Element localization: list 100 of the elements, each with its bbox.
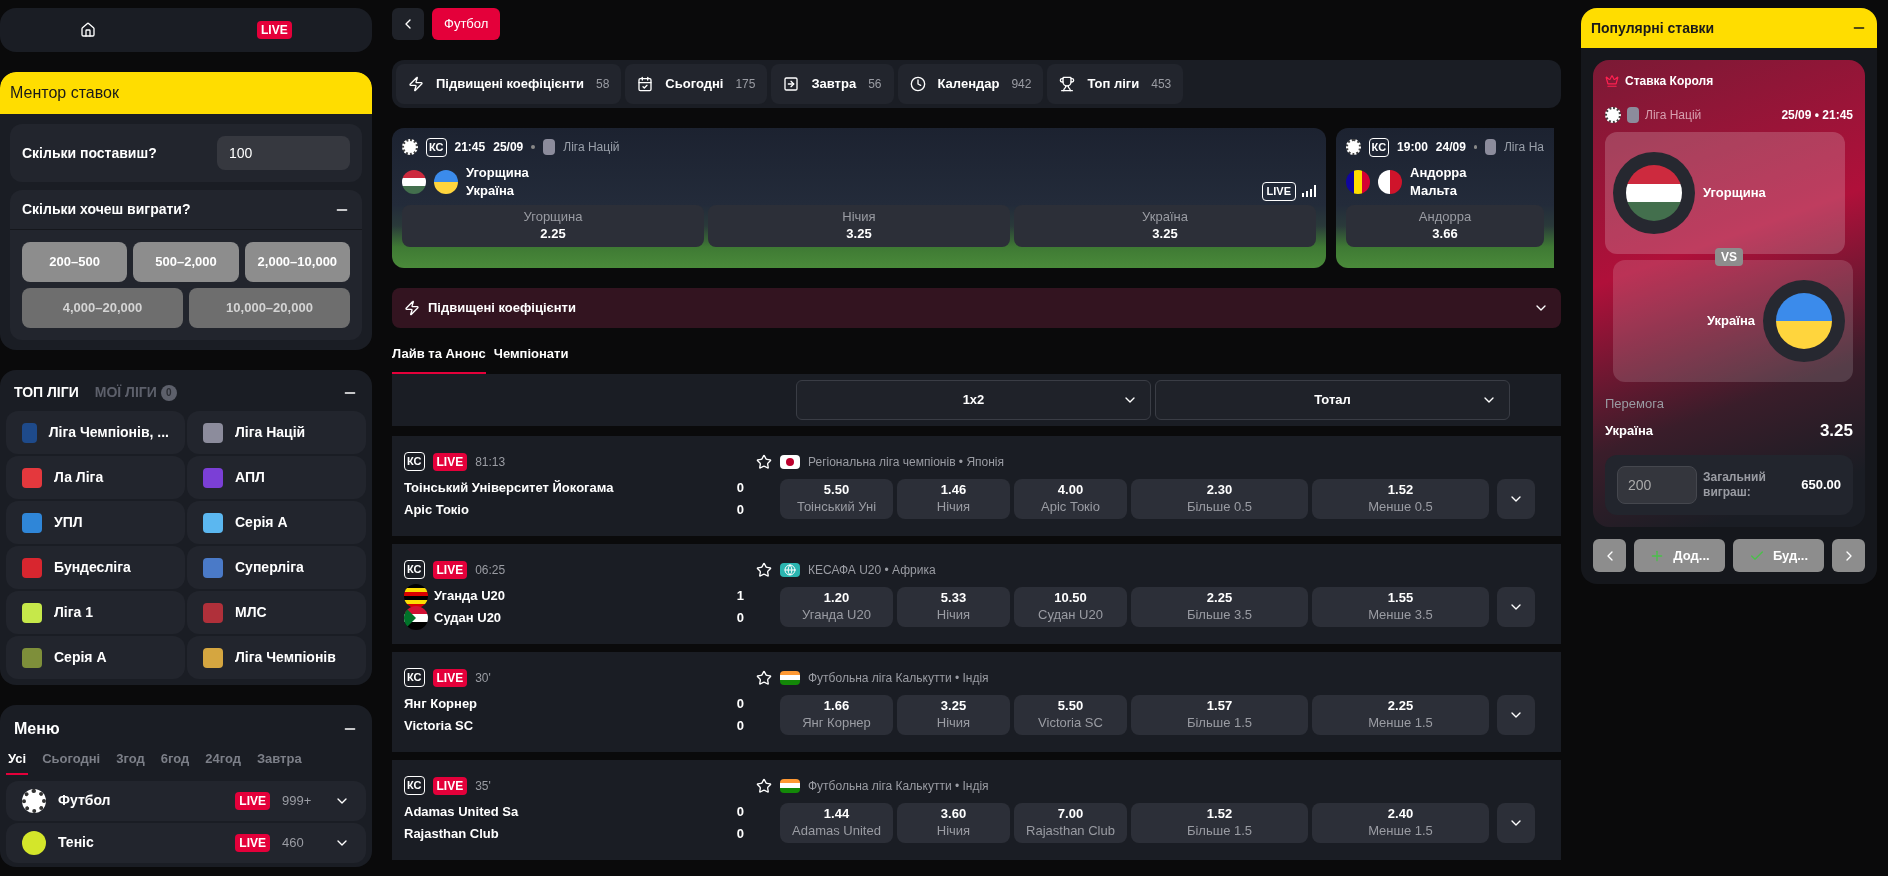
time-tab[interactable]: 6год	[158, 749, 192, 775]
odds-button[interactable]: 5.50 Тоінський Уні	[780, 478, 893, 519]
odds-button[interactable]: 2.25 Більше 3.5	[1131, 586, 1308, 627]
live-badge: LIVE	[432, 560, 468, 579]
league-logo-icon	[203, 557, 223, 578]
team-name: Україна	[1707, 312, 1755, 331]
team-name: Мальта	[1410, 181, 1458, 200]
favorite-star-icon[interactable]	[756, 453, 772, 470]
odds-button[interactable]: 2.30 Більше 0.5	[1131, 478, 1308, 519]
total-label: Загальний виграш:	[1703, 470, 1767, 500]
home-icon[interactable]	[80, 22, 97, 38]
league-logo-icon	[22, 647, 42, 668]
league-tab[interactable]: ТОП ЛІГИ	[14, 382, 79, 403]
stake-input[interactable]: 200	[1617, 466, 1697, 504]
trophy-icon	[1059, 76, 1076, 92]
odds-button[interactable]: 5.33 Нічия	[897, 586, 1010, 627]
sport-item[interactable]: Теніс LIVE 460	[6, 822, 366, 863]
league-item[interactable]: Бундесліга	[6, 546, 185, 589]
market-select[interactable]: 1x2	[796, 379, 1151, 420]
match-datetime: 25/09 • 21:45	[1781, 107, 1853, 124]
stake-input[interactable]: 100	[217, 136, 350, 170]
sport-chip[interactable]: Футбол	[432, 8, 501, 40]
odds-button[interactable]: 5.50 Victoria SC	[1014, 694, 1127, 735]
time-tab[interactable]: Усі	[6, 749, 29, 775]
league-item[interactable]: АПЛ	[187, 456, 366, 499]
calendar-check-icon	[637, 76, 654, 92]
match-time: 06:25	[475, 561, 506, 579]
live-badge: LIVE	[432, 776, 468, 795]
previous-button[interactable]	[1593, 539, 1626, 572]
league-item[interactable]: Ліга Чемпіонів, ...	[6, 411, 185, 454]
odds-button[interactable]: 10.50 Судан U20	[1014, 586, 1127, 627]
odds-button[interactable]: 1.52 Більше 1.5	[1131, 802, 1308, 843]
featured-match-card[interactable]: КС 21:45 25/09 Ліга Націй Угорщина Україна LIVE Угорщина 2.25 Нічия 3.25 Україна 3.25	[392, 128, 1326, 268]
kc-badge: КС	[404, 668, 425, 687]
odds-button[interactable]: 2.40 Менше 1.5	[1312, 802, 1489, 843]
league-logo-icon	[22, 467, 42, 488]
boosted-odds-bar[interactable]: Підвищені коефіцієнти	[392, 288, 1561, 328]
vs-badge: VS	[1715, 248, 1743, 266]
section-tab[interactable]: Чемпіонати	[493, 344, 569, 374]
lightning-icon	[408, 76, 424, 92]
league-logo-icon	[203, 422, 223, 443]
count-badge: 0	[160, 384, 177, 401]
match-date: 24/09	[1435, 139, 1466, 157]
league-item[interactable]: Ла Ліга	[6, 456, 185, 499]
favorite-star-icon[interactable]	[756, 669, 772, 686]
stake-label: Скільки поставиш?	[22, 143, 157, 163]
team-name: Андорра	[1410, 163, 1468, 182]
league-item[interactable]: МЛС	[187, 591, 366, 634]
back-button[interactable]	[392, 8, 424, 40]
odds-button[interactable]: 2.25 Менше 1.5	[1312, 694, 1489, 735]
odds-button[interactable]: 1.66 Янг Корнер	[780, 694, 893, 735]
team-score: 0	[736, 717, 744, 735]
odds-button[interactable]: 7.00 Rajasthan Club	[1014, 802, 1127, 843]
flag-icon	[1776, 293, 1832, 349]
odds-button[interactable]: 1.20 Уганда U20	[780, 586, 893, 627]
sport-item[interactable]: Футбол LIVE 999+	[6, 780, 366, 821]
live-link[interactable]: LIVE	[257, 21, 292, 39]
time-tab[interactable]: 3год	[114, 749, 147, 775]
filter-tab[interactable]: Топ ліги 453	[1047, 64, 1184, 104]
league-logo-icon	[22, 557, 42, 578]
league-name: Ліга На	[1503, 139, 1544, 157]
league-item[interactable]: Серія А	[187, 501, 366, 544]
clock-icon	[909, 76, 926, 92]
odds-button[interactable]: Угорщина 2.25	[402, 204, 704, 247]
odds-button[interactable]: 1.55 Менше 3.5	[1312, 586, 1489, 627]
league-item[interactable]: Ліга Чемпіонів	[187, 636, 366, 679]
odds-button[interactable]: Нічия 3.25	[708, 204, 1010, 247]
filter-tab[interactable]: Завтра 56	[771, 64, 894, 104]
league-item[interactable]: УПЛ	[6, 501, 185, 544]
odds-button[interactable]: 1.52 Менше 0.5	[1312, 478, 1489, 519]
league-item[interactable]: Ліга 1	[6, 591, 185, 634]
market-select[interactable]: Тотал	[1155, 379, 1510, 420]
odds-button[interactable]: Україна 3.25	[1014, 204, 1316, 247]
time-tab[interactable]: 24год	[203, 749, 243, 775]
time-tab[interactable]: Сьогодні	[40, 749, 103, 775]
odds-button[interactable]: 3.60 Нічия	[897, 802, 1010, 843]
filter-tab[interactable]: Календар 942	[897, 64, 1044, 104]
odds-button[interactable]: 1.57 Більше 1.5	[1131, 694, 1308, 735]
signal-icon	[1302, 185, 1316, 198]
football-icon	[402, 139, 418, 156]
odds-button[interactable]: 4.00 Аріс Токіо	[1014, 478, 1127, 519]
live-badge: LIVE	[235, 833, 270, 852]
team-score: 0	[736, 609, 744, 627]
favorite-star-icon[interactable]	[756, 777, 772, 794]
flag-icon	[402, 169, 426, 194]
odds-button[interactable]: 3.25 Нічия	[897, 694, 1010, 735]
odds-button[interactable]: 1.46 Нічия	[897, 478, 1010, 519]
odds-button[interactable]: 1.44 Adamas United	[780, 802, 893, 843]
featured-match-card[interactable]: КС 19:00 24/09 Ліга На Андорра Мальта Андорра 3.66	[1336, 128, 1554, 268]
league-item[interactable]: Суперліга	[187, 546, 366, 589]
filter-tab[interactable]: Сьогодні 175	[625, 64, 768, 104]
odds-button[interactable]: Андорра 3.66	[1346, 204, 1544, 247]
filter-tab[interactable]: Підвищені коефіцієнти 58	[396, 64, 622, 104]
league-item[interactable]: Серія А	[6, 636, 185, 679]
league-name: Регіональна ліга чемпіонів • Японія	[808, 453, 1005, 471]
globe-icon	[780, 562, 800, 577]
league-item[interactable]: Ліга Націй	[187, 411, 366, 454]
time-tab[interactable]: Завтра	[254, 749, 304, 775]
next-button[interactable]	[1832, 539, 1865, 572]
favorite-star-icon[interactable]	[756, 561, 772, 578]
